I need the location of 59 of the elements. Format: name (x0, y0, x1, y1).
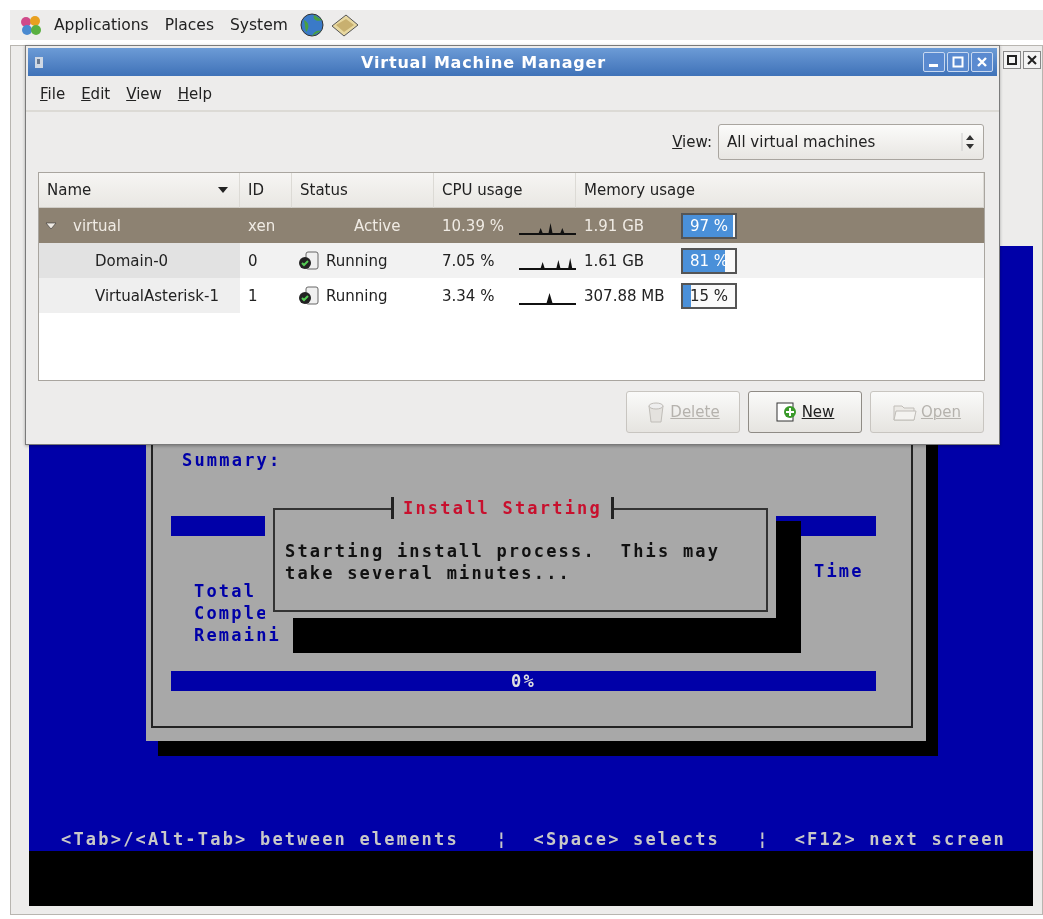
minimize-icon[interactable] (923, 52, 945, 72)
globe-icon[interactable] (297, 12, 326, 38)
table-cell-text: 7.05 % (442, 251, 496, 270)
table-cell-text: 10.39 % (442, 216, 505, 235)
stat-label: Remaini (194, 624, 282, 646)
close-icon[interactable] (1023, 51, 1041, 69)
column-header[interactable]: ID (240, 173, 292, 208)
panel-menu[interactable]: Applications (48, 16, 155, 34)
progress-label: 0% (511, 671, 536, 691)
flower-icon[interactable] (18, 14, 44, 36)
view-dropdown[interactable]: All virtual machines (718, 124, 984, 160)
table-cell: virtual (73, 216, 121, 235)
monitor-check-icon (298, 249, 320, 272)
new-button[interactable]: New (748, 391, 862, 433)
table-cell-text: 1.91 GB (584, 216, 646, 235)
table-cell: Running (326, 286, 388, 305)
sort-icon (217, 186, 229, 194)
expander-icon[interactable] (45, 219, 57, 232)
table-cell: VirtualAsterisk-1 (95, 286, 219, 305)
column-header[interactable]: Memory usage (576, 173, 984, 208)
cpu-sparkline (518, 257, 576, 270)
trash-icon (646, 401, 667, 423)
table-cell: Running (326, 251, 388, 270)
window-title: Virtual Machine Manager (360, 52, 607, 72)
time-label: Time (814, 560, 864, 582)
popup-message: Starting install process. This may take several minutes... (285, 540, 721, 584)
table-cell: Domain-0 (95, 251, 169, 270)
table-cell: Active (354, 216, 401, 235)
view-label: View: (672, 133, 712, 151)
popup-title: Install Starting (391, 497, 614, 519)
table-cell-text: 307.88 MB (584, 286, 666, 305)
panel-menu[interactable]: Places (158, 16, 220, 34)
menu-item[interactable]: File (34, 83, 72, 105)
table-cell-text: 1.61 GB (584, 251, 646, 270)
key-hints: <Tab>/<Alt-Tab> between elements ¦ <Space> selects ¦ <F12> next screen (61, 828, 1007, 850)
monitor-check-icon (298, 284, 320, 307)
memory-percent: 97 % (689, 216, 729, 235)
menu-item[interactable]: Help (171, 83, 218, 105)
cpu-sparkline (518, 292, 576, 305)
menu-item[interactable]: View (120, 83, 168, 105)
column-header[interactable]: CPU usage (434, 173, 576, 208)
add-icon (775, 401, 798, 423)
table-cell: xen (248, 216, 276, 235)
memory-percent: 15 % (689, 286, 729, 305)
app-icon (32, 54, 46, 70)
column-header[interactable]: Status (292, 173, 434, 208)
summary-label: Summary: (182, 449, 282, 471)
table-cell: 1 (248, 286, 258, 305)
panel-menu[interactable]: System (224, 16, 294, 34)
stat-label: Comple (194, 602, 269, 624)
column-header[interactable]: Name (39, 173, 240, 208)
cpu-sparkline (518, 222, 576, 235)
table-cell-text: 3.34 % (442, 286, 496, 305)
menu-item[interactable]: Edit (75, 83, 117, 105)
table-cell: 0 (248, 251, 258, 270)
folder-icon (892, 402, 917, 422)
stat-label: Total (194, 580, 257, 602)
maximize-icon[interactable] (1003, 51, 1021, 69)
updown-icon (961, 133, 975, 151)
